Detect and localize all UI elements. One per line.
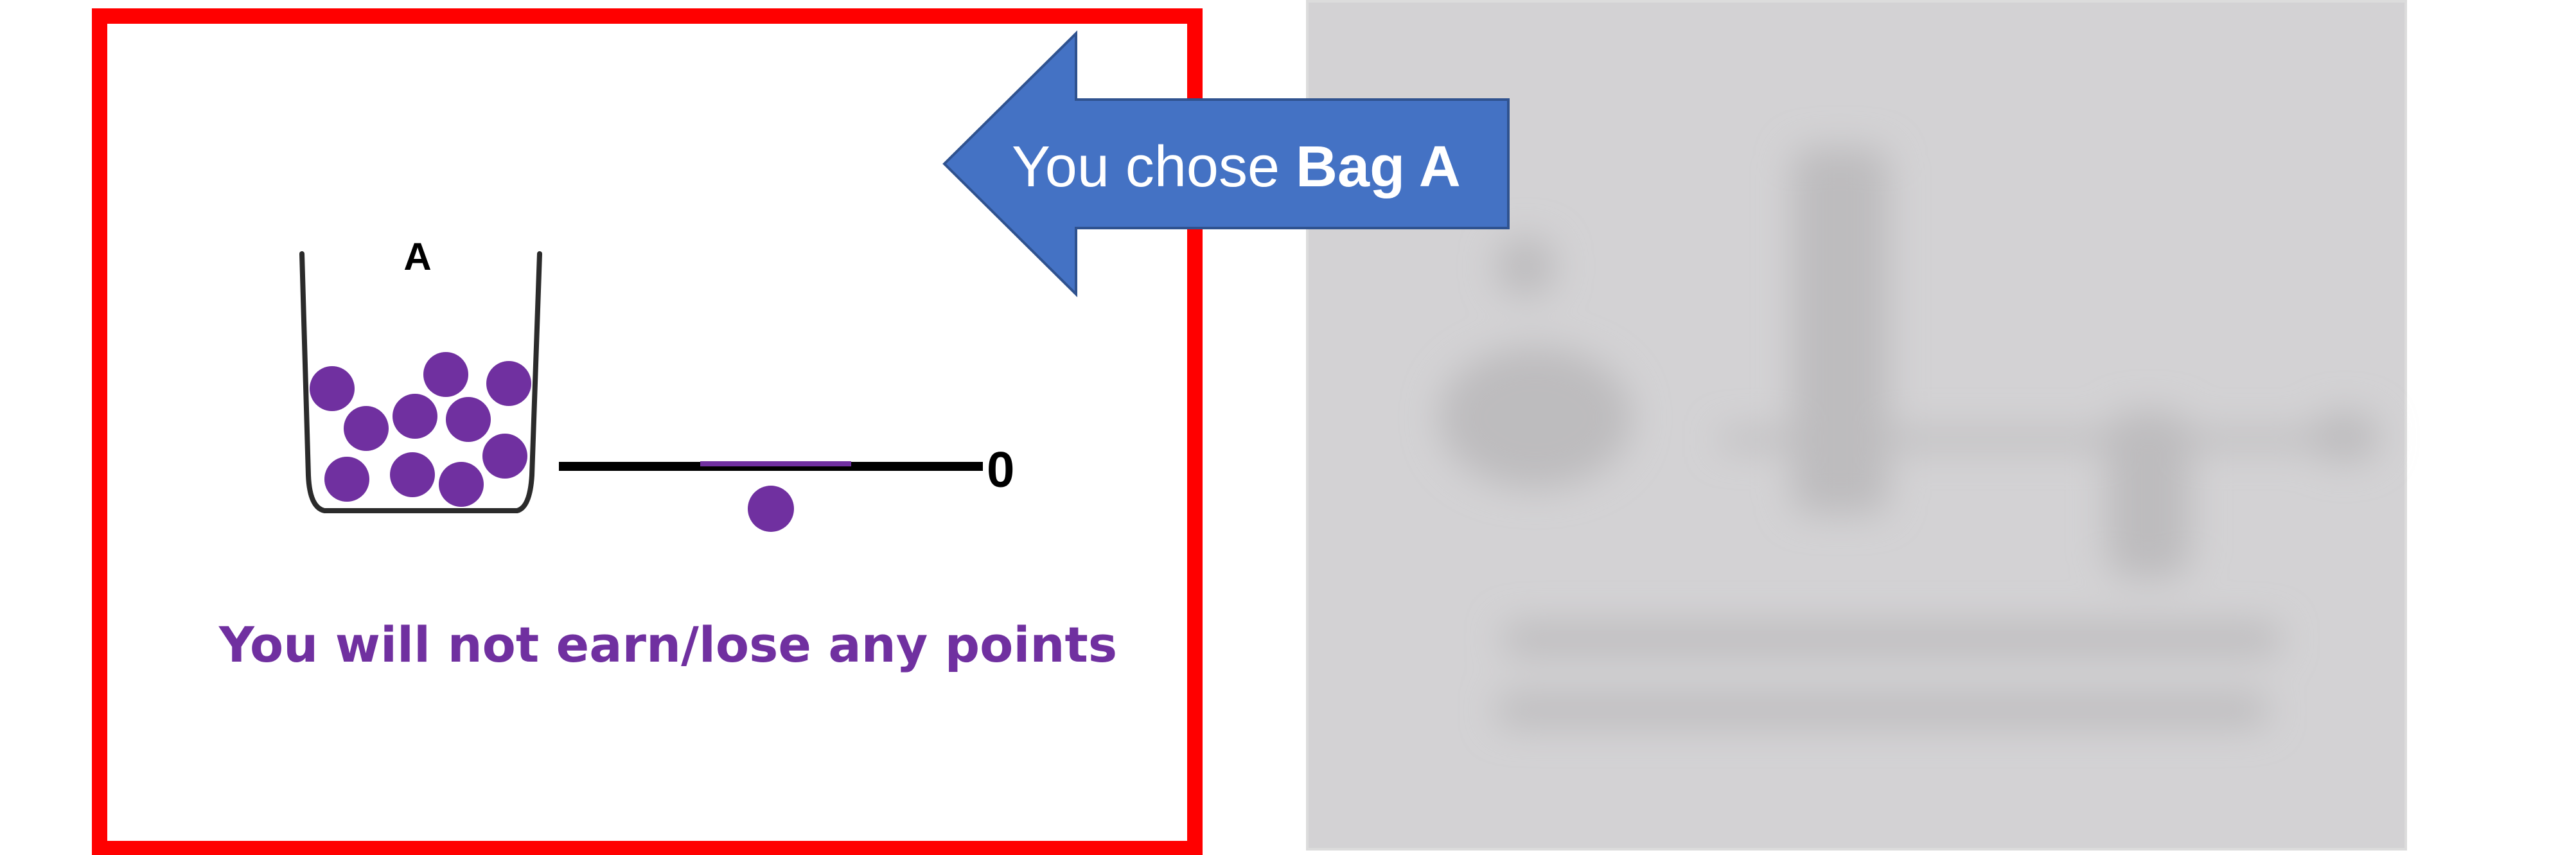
scale-value: 0 [987, 441, 1014, 498]
marble [482, 434, 527, 479]
marble [324, 457, 369, 502]
marble [390, 452, 435, 497]
result-message: You will not earn/lose any points [218, 616, 1117, 673]
arrow-label-choice: Bag A [1296, 135, 1461, 199]
drawn-marble [748, 486, 794, 532]
marble [486, 361, 531, 406]
bag-label: A [403, 235, 431, 278]
marble [344, 406, 389, 451]
marble [446, 397, 491, 442]
marble [310, 366, 355, 411]
choice-feedback-canvas: A 0 You will not earn/lose any points Yo… [92, 0, 2407, 855]
marble [393, 394, 437, 439]
arrow-label: You chose Bag A [1012, 135, 1461, 199]
marble [439, 462, 484, 507]
arrow-label-prefix: You chose [1012, 135, 1296, 199]
marble [423, 352, 468, 397]
